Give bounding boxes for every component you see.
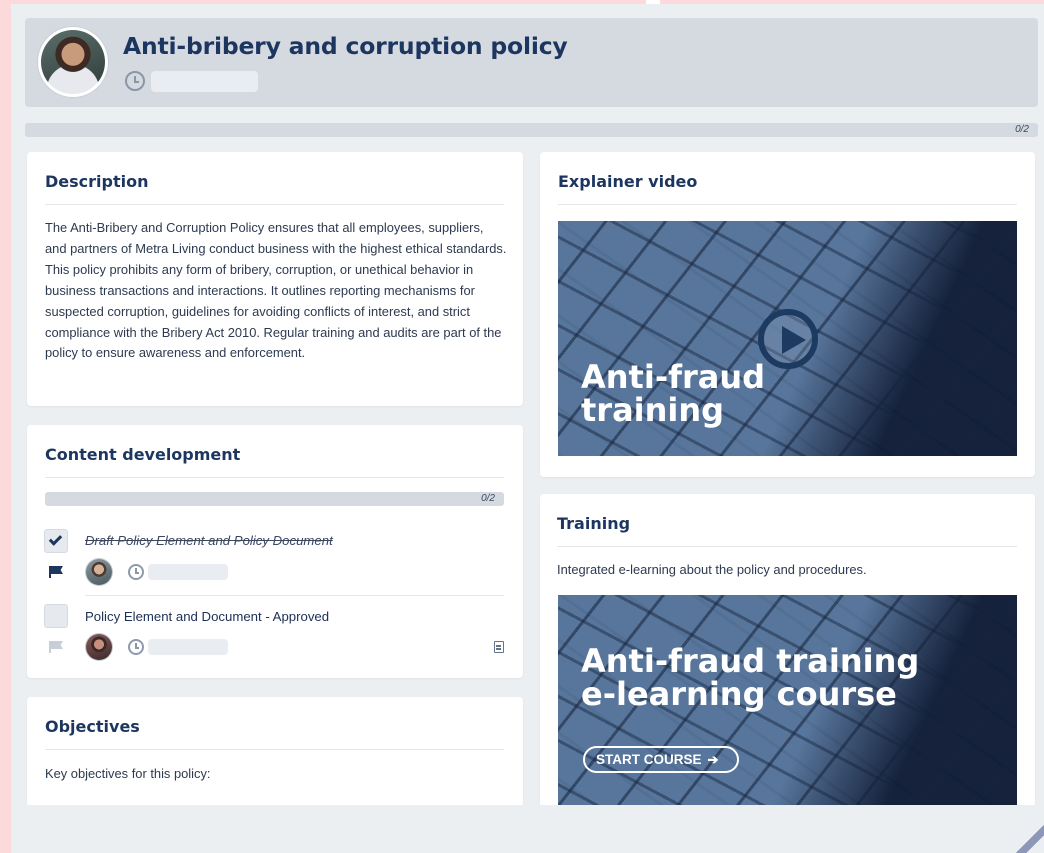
objectives-text: Key objectives for this policy: [45, 766, 211, 781]
clock-icon [128, 564, 144, 580]
content-progress-label: 0/2 [481, 493, 495, 504]
task-label[interactable]: Policy Element and Document - Approved [85, 609, 329, 624]
resize-handle-icon[interactable] [1012, 821, 1044, 853]
owner-avatar[interactable] [38, 27, 108, 97]
training-subtitle: Integrated e-learning about the policy a… [557, 562, 867, 577]
task-checkbox[interactable] [44, 604, 68, 628]
footer-area [11, 805, 1044, 853]
task-divider [85, 595, 504, 596]
description-card: Description The Anti-Bribery and Corrupt… [27, 152, 523, 406]
arrow-right-icon: ➔ [707, 752, 719, 767]
overall-progress-label: 0/2 [1015, 124, 1029, 135]
content-progress-bar: 0/2 [45, 492, 504, 506]
side-strip [0, 0, 11, 853]
content-development-card: Content development 0/2 Draft Policy Ele… [27, 425, 523, 678]
assignee-avatar[interactable] [86, 634, 112, 660]
flag-icon[interactable] [49, 566, 63, 578]
check-icon [48, 532, 63, 546]
explainer-video-card: Explainer video Anti-fraud training [540, 152, 1035, 477]
clock-icon [128, 639, 144, 655]
content-development-title: Content development [45, 445, 241, 464]
start-course-button[interactable]: START COURSE ➔ [583, 746, 739, 773]
play-icon[interactable] [758, 309, 818, 369]
task-date-field[interactable] [148, 639, 228, 655]
divider [45, 204, 504, 205]
top-strip [0, 0, 1044, 4]
training-title: Training [557, 514, 631, 533]
training-card: Training Integrated e-learning about the… [540, 494, 1035, 827]
description-title: Description [45, 172, 149, 191]
start-course-label: START COURSE [596, 752, 702, 767]
top-notch [646, 0, 660, 4]
divider [557, 546, 1017, 547]
page-title: Anti-bribery and corruption policy [123, 32, 568, 60]
description-text: The Anti-Bribery and Corruption Policy e… [45, 220, 507, 361]
divider [45, 477, 504, 478]
task-date-field[interactable] [148, 564, 228, 580]
divider [558, 204, 1017, 205]
flag-icon[interactable] [49, 641, 63, 653]
course-banner[interactable]: Anti-fraud training e-learning course ST… [558, 595, 1017, 827]
assignee-avatar[interactable] [86, 559, 112, 585]
task-label[interactable]: Draft Policy Element and Policy Document [85, 533, 333, 548]
explainer-video-player[interactable]: Anti-fraud training [558, 221, 1017, 456]
video-title: Anti-fraud training [581, 358, 766, 429]
explainer-video-title: Explainer video [558, 172, 698, 191]
objectives-title: Objectives [45, 717, 140, 736]
document-icon[interactable] [494, 641, 504, 653]
avatar-photo [41, 30, 105, 94]
course-title: Anti-fraud training e-learning course [581, 642, 920, 713]
clock-icon [125, 71, 145, 91]
due-date-field[interactable] [151, 71, 258, 92]
overall-progress-bar: 0/2 [25, 123, 1038, 137]
divider [45, 749, 504, 750]
task-checkbox[interactable] [44, 529, 68, 553]
page-header: Anti-bribery and corruption policy [25, 18, 1038, 107]
